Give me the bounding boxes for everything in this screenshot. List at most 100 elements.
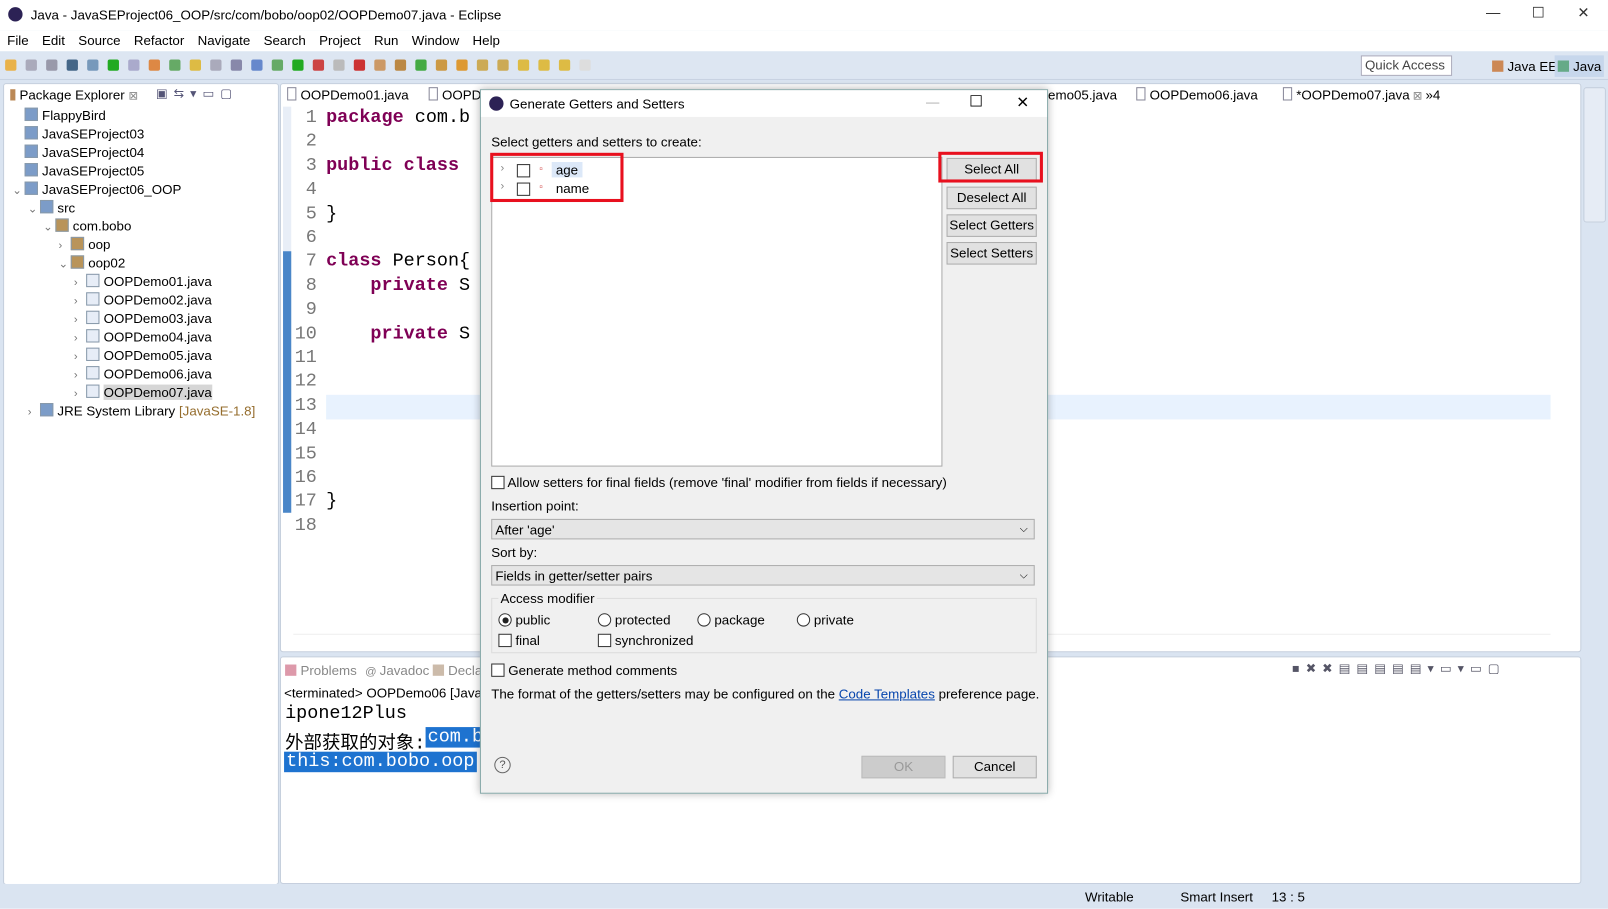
- chevron-right-icon[interactable]: ›: [58, 240, 70, 252]
- tree-item[interactable]: › JRE System Library [JavaSE-1.8]: [28, 403, 255, 418]
- menu-project[interactable]: Project: [312, 31, 367, 48]
- toolbar-button[interactable]: [292, 59, 304, 71]
- code-line[interactable]: package com.b: [326, 108, 470, 129]
- ok-button[interactable]: OK: [861, 755, 946, 779]
- menu-file[interactable]: File: [0, 31, 35, 48]
- code-line[interactable]: class Person{: [326, 252, 470, 273]
- menu-search[interactable]: Search: [256, 31, 312, 48]
- chevron-right-icon[interactable]: ›: [74, 332, 86, 344]
- right-trim-stack[interactable]: [1583, 87, 1606, 223]
- editor-tab[interactable]: OOPDemo01.java: [287, 86, 409, 107]
- generate-comments-option[interactable]: Generate method comments: [491, 662, 677, 678]
- package-explorer-tab[interactable]: Package Explorer ⊠: [10, 87, 138, 103]
- toolbar-button[interactable]: [312, 59, 325, 71]
- dialog-minimize-button[interactable]: —: [926, 94, 939, 109]
- toolbar-button[interactable]: [46, 59, 58, 71]
- editor-vertical-scrollbar[interactable]: [1554, 107, 1564, 630]
- dialog-close-button[interactable]: ✕: [1016, 93, 1029, 111]
- close-tab-icon[interactable]: ⊠: [1410, 90, 1422, 102]
- synchronized-option[interactable]: synchronized: [597, 633, 693, 648]
- toolbar-button[interactable]: [476, 59, 489, 71]
- tab-javadoc[interactable]: @ Javadoc: [365, 662, 429, 677]
- radio-protected[interactable]: protected: [597, 612, 671, 628]
- chevron-right-icon[interactable]: ›: [74, 351, 86, 363]
- dialog-maximize-button[interactable]: ☐: [969, 92, 983, 110]
- tree-item[interactable]: ⌄ src: [28, 199, 76, 215]
- toolbar-button[interactable]: [374, 59, 386, 71]
- toolbar-button[interactable]: [128, 59, 140, 71]
- radio-public[interactable]: public: [498, 612, 550, 628]
- select-getters-button[interactable]: Select Getters: [946, 214, 1037, 237]
- minimize-button[interactable]: —: [1473, 4, 1514, 27]
- chevron-right-icon[interactable]: ›: [74, 295, 86, 307]
- code-line[interactable]: }: [326, 492, 337, 513]
- generate-comments-checkbox[interactable]: [491, 663, 505, 677]
- allow-final-checkbox[interactable]: [491, 475, 505, 490]
- toolbar-button[interactable]: [5, 59, 17, 71]
- tree-item[interactable]: › OOPDemo05.java: [74, 347, 212, 363]
- allow-final-option[interactable]: Allow setters for final fields (remove '…: [491, 475, 947, 490]
- perspective-java-ee[interactable]: Java EE: [1492, 58, 1557, 74]
- chevron-right-icon[interactable]: ›: [74, 369, 86, 381]
- code-line[interactable]: }: [326, 204, 337, 225]
- tree-item[interactable]: ⌄ oop02: [58, 255, 125, 271]
- toolbar-button[interactable]: [169, 59, 181, 71]
- code-line[interactable]: private S: [326, 324, 470, 345]
- tab-problems[interactable]: Problems: [285, 662, 357, 678]
- toolbar-button[interactable]: [353, 59, 366, 71]
- radio-button[interactable]: [498, 613, 512, 627]
- toolbar-button[interactable]: [87, 59, 99, 71]
- cancel-button[interactable]: Cancel: [952, 755, 1037, 779]
- radio-button[interactable]: [597, 613, 612, 627]
- chevron-down-icon[interactable]: ⌄: [43, 220, 55, 234]
- menu-source[interactable]: Source: [71, 31, 127, 48]
- code-line[interactable]: public class: [326, 156, 459, 177]
- toolbar-button[interactable]: [558, 59, 571, 71]
- radio-button[interactable]: [697, 613, 711, 627]
- radio-private[interactable]: private: [796, 612, 854, 628]
- sort-by-select[interactable]: Fields in getter/setter pairs ⌵: [491, 565, 1035, 586]
- toolbar-button[interactable]: [394, 59, 407, 71]
- toolbar-button[interactable]: [210, 59, 222, 71]
- chevron-down-icon[interactable]: ⌄: [28, 202, 40, 215]
- deselect-all-button[interactable]: Deselect All: [946, 186, 1037, 210]
- tree-item[interactable]: JavaSEProject04: [12, 144, 144, 160]
- radio-button[interactable]: [796, 613, 811, 627]
- radio-package[interactable]: package: [697, 612, 765, 628]
- editor-tab[interactable]: emo05.java: [1048, 86, 1117, 107]
- toolbar-button[interactable]: [333, 59, 345, 71]
- code-line[interactable]: private S: [326, 276, 470, 297]
- tree-item[interactable]: › oop: [58, 236, 110, 252]
- chevron-right-icon[interactable]: ›: [74, 388, 86, 400]
- toolbar-button[interactable]: [271, 59, 284, 71]
- synchronized-checkbox[interactable]: [597, 633, 612, 648]
- close-tab-icon[interactable]: ⊠: [128, 90, 137, 102]
- close-button[interactable]: ✕: [1563, 4, 1604, 27]
- tab-declaration[interactable]: Decla: [432, 662, 482, 678]
- editor-tab[interactable]: *OOPDemo07.java ⊠: [1276, 86, 1429, 107]
- toolbar-button[interactable]: [148, 59, 160, 71]
- toolbar-button[interactable]: [107, 59, 119, 71]
- tree-item[interactable]: JavaSEProject03: [12, 126, 144, 142]
- insertion-point-select[interactable]: After 'age' ⌵: [491, 518, 1035, 540]
- toolbar-button[interactable]: [66, 59, 78, 71]
- toolbar-button[interactable]: [517, 59, 530, 71]
- menu-run[interactable]: Run: [367, 31, 405, 48]
- chevron-right-icon[interactable]: ›: [28, 406, 40, 418]
- tree-item[interactable]: › OOPDemo03.java: [74, 310, 212, 326]
- tree-item[interactable]: › OOPDemo02.java: [74, 292, 212, 308]
- chevron-right-icon[interactable]: ›: [74, 277, 86, 289]
- chevron-down-icon[interactable]: ⌄: [58, 257, 70, 270]
- toolbar-button[interactable]: [251, 59, 263, 71]
- editor-tab[interactable]: OOPDemo06.java: [1136, 86, 1258, 107]
- perspective-java[interactable]: Java: [1554, 55, 1605, 77]
- toolbar-button[interactable]: [579, 59, 591, 71]
- help-icon[interactable]: ?: [494, 756, 511, 774]
- toolbar-button[interactable]: [25, 59, 37, 71]
- menu-edit[interactable]: Edit: [35, 31, 71, 48]
- tree-item[interactable]: ⌄ com.bobo: [43, 218, 131, 234]
- tree-item[interactable]: ⌄ JavaSEProject06_OOP: [12, 181, 181, 197]
- select-setters-button[interactable]: Select Setters: [946, 242, 1037, 265]
- toolbar-button[interactable]: [230, 59, 243, 71]
- chevron-down-icon[interactable]: ⌄: [12, 184, 24, 197]
